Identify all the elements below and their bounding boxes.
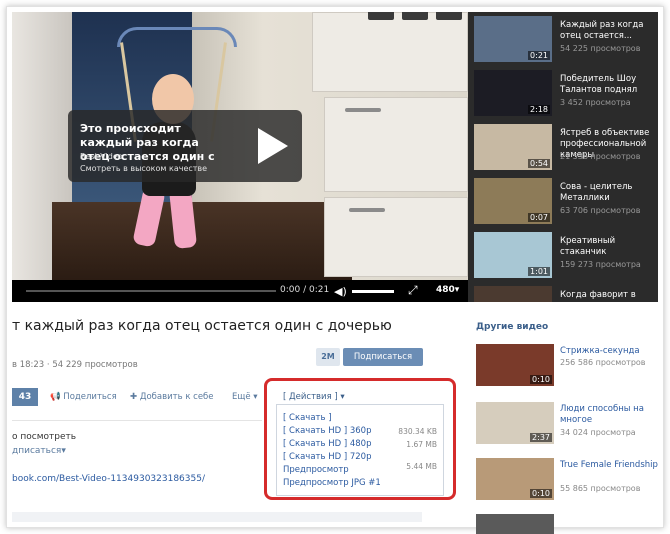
playlist-views: 54 225 просмотров bbox=[560, 44, 641, 53]
duration-badge: 2:37 bbox=[530, 433, 552, 442]
duration-badge: 0:10 bbox=[530, 489, 552, 498]
player-top-button[interactable] bbox=[368, 12, 394, 20]
player-controls: 0:00 / 0:21 ◀) ⤢ 480▾ bbox=[12, 280, 468, 302]
other-video-item[interactable] bbox=[476, 514, 662, 534]
playlist-thumbnail[interactable]: 0:21 bbox=[474, 16, 552, 62]
scene-cabinet bbox=[324, 197, 468, 277]
share-button[interactable]: 📢 Поделиться bbox=[50, 392, 117, 402]
progress-bar[interactable] bbox=[26, 290, 276, 292]
play-icon[interactable] bbox=[258, 128, 288, 164]
other-video-thumbnail[interactable]: 0:10 bbox=[476, 458, 554, 500]
more-button[interactable]: Ещё ▾ bbox=[232, 392, 258, 402]
video-title: т каждый раз когда отец остается один с … bbox=[12, 318, 392, 334]
playlist-thumbnail[interactable] bbox=[474, 286, 552, 302]
video-info-overlay[interactable]: Это происходит каждый раз когда отец ост… bbox=[68, 110, 302, 182]
other-video-title[interactable]: Стрижка-секунда bbox=[560, 346, 660, 357]
player-top-button[interactable] bbox=[436, 12, 462, 20]
scene-floor bbox=[52, 202, 352, 280]
playlist-title[interactable]: Креативный стаканчик bbox=[560, 236, 652, 258]
playlist-views: 3 452 просмотра bbox=[560, 98, 631, 107]
other-video-item[interactable]: 0:10 True Female Friendship 55 865 просм… bbox=[476, 458, 662, 506]
other-video-item[interactable]: 2:37 Люди способны на многое 34 024 прос… bbox=[476, 402, 662, 450]
duration-badge: 2:18 bbox=[528, 105, 550, 114]
overlay-channel[interactable]: Best Video bbox=[80, 152, 123, 161]
playlist-title[interactable]: Каждый раз когда отец остается... bbox=[560, 20, 652, 42]
subscribe-link[interactable]: дписаться▾ bbox=[12, 446, 66, 456]
video-meta: в 18:23 · 54 229 просмотров bbox=[12, 360, 138, 370]
other-video-thumbnail[interactable]: 0:10 bbox=[476, 344, 554, 386]
duration-badge: 1:01 bbox=[528, 267, 550, 276]
time-display: 0:00 / 0:21 bbox=[280, 285, 330, 295]
fullscreen-icon[interactable]: ⤢ bbox=[408, 283, 418, 298]
subscribe-button[interactable]: Подписаться bbox=[343, 348, 423, 366]
playlist-sidebar: 0:21 Каждый раз когда отец остается... 5… bbox=[468, 12, 658, 302]
other-video-views: 256 586 просмотров bbox=[560, 358, 646, 367]
playlist-item[interactable]: Когда фаворит в bbox=[474, 286, 654, 302]
overlay-hq-link[interactable]: Смотреть в высоком качестве bbox=[80, 164, 207, 173]
megaphone-icon: 📢 bbox=[50, 392, 64, 402]
other-video-views: 34 024 просмотра bbox=[560, 428, 636, 437]
playlist-views: 159 273 просмотра bbox=[560, 260, 641, 269]
other-videos-heading: Другие видео bbox=[476, 322, 549, 332]
like-button[interactable]: 43 bbox=[12, 388, 38, 406]
player-top-button[interactable] bbox=[402, 12, 428, 20]
playlist-item[interactable]: 1:01 Креативный стаканчик 159 273 просмо… bbox=[474, 232, 654, 284]
other-video-thumbnail[interactable] bbox=[476, 514, 554, 534]
volume-icon[interactable]: ◀) bbox=[334, 285, 347, 298]
other-video-item[interactable]: 0:10 Стрижка-секунда 256 586 просмотров bbox=[476, 344, 662, 392]
scene-cabinet bbox=[312, 12, 468, 92]
volume-slider[interactable] bbox=[352, 290, 394, 293]
other-video-title[interactable]: Люди способны на многое bbox=[560, 404, 660, 426]
divider bbox=[12, 420, 262, 421]
facebook-link[interactable]: book.com/Best-Video-1134930323186355/ bbox=[12, 474, 205, 484]
duration-badge: 0:54 bbox=[528, 159, 550, 168]
playlist-thumbnail[interactable]: 0:07 bbox=[474, 178, 552, 224]
video-player[interactable]: Это происходит каждый раз когда отец ост… bbox=[12, 12, 468, 302]
playlist-title[interactable]: Победитель Шоу Талантов поднял bbox=[560, 74, 652, 96]
duration-badge: 0:21 bbox=[528, 51, 550, 60]
playlist-thumbnail[interactable]: 2:18 bbox=[474, 70, 552, 116]
other-video-views: 55 865 просмотров bbox=[560, 484, 641, 493]
chevron-down-icon: ▾ bbox=[250, 392, 258, 402]
duration-badge: 0:10 bbox=[530, 375, 552, 384]
highlight-outline bbox=[264, 378, 456, 500]
playlist-title[interactable]: Когда фаворит в bbox=[560, 290, 652, 301]
playlist-title[interactable]: Сова - целитель Металлики bbox=[560, 182, 652, 204]
playlist-views: 63 706 просмотров bbox=[560, 206, 641, 215]
watch-later-label: о посмотреть bbox=[12, 432, 77, 442]
scene-jumper bbox=[117, 27, 237, 47]
duration-badge: 0:07 bbox=[528, 213, 550, 222]
add-to-self-button[interactable]: ✚ Добавить к себе bbox=[130, 392, 214, 402]
playlist-item[interactable]: 0:07 Сова - целитель Металлики 63 706 пр… bbox=[474, 178, 654, 230]
other-video-thumbnail[interactable]: 2:37 bbox=[476, 402, 554, 444]
scene-cabinet bbox=[324, 97, 468, 192]
other-video-title[interactable]: True Female Friendship bbox=[560, 460, 660, 471]
playlist-thumbnail[interactable]: 0:54 bbox=[474, 124, 552, 170]
comments-bar bbox=[12, 512, 422, 522]
playlist-item[interactable]: 2:18 Победитель Шоу Талантов поднял 3 45… bbox=[474, 70, 654, 122]
playlist-views: 21 536 просмотров bbox=[560, 152, 641, 161]
subscriber-count: 2M bbox=[316, 348, 340, 366]
playlist-item[interactable]: 0:54 Ястреб в объективе профессиональной… bbox=[474, 124, 654, 176]
quality-selector[interactable]: 480▾ bbox=[436, 285, 459, 295]
playlist-thumbnail[interactable]: 1:01 bbox=[474, 232, 552, 278]
playlist-item[interactable]: 0:21 Каждый раз когда отец остается... 5… bbox=[474, 16, 654, 68]
chevron-down-icon: ▾ bbox=[61, 446, 66, 456]
plus-icon: ✚ bbox=[130, 392, 140, 402]
